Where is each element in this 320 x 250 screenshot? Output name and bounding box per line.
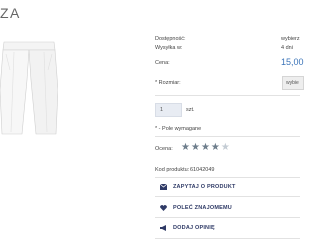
size-label: * Rozmiar: [155, 80, 181, 86]
envelope-icon [160, 184, 167, 190]
divider [155, 238, 300, 239]
size-select[interactable]: wybie [282, 76, 304, 90]
shipping-label: Wysyłka w: [155, 45, 183, 51]
product-title: ZA [0, 5, 21, 21]
add-review-button[interactable]: DODAJ OPINIĘ [155, 220, 300, 236]
recommend-to-friend-button[interactable]: POLEĆ ZNAJOMEMU [155, 200, 300, 216]
required-note: * - Pole wymagane [155, 126, 202, 132]
product-image[interactable] [0, 40, 58, 136]
heart-icon [160, 205, 167, 211]
rating-stars[interactable]: ★ ★ ★ ★ ★ [181, 143, 230, 153]
recommend-to-friend-label: POLEĆ ZNAJOMEMU [173, 205, 232, 211]
divider [155, 177, 300, 178]
product-code-value: 61042049 [190, 167, 215, 173]
star-icon[interactable]: ★ [181, 143, 190, 153]
quantity-unit: szt. [186, 107, 195, 113]
divider [155, 95, 300, 96]
star-icon[interactable]: ★ [201, 143, 210, 153]
divider [155, 217, 300, 218]
divider [155, 136, 300, 137]
availability-value: wybierz [281, 36, 300, 42]
ask-about-product-label: ZAPYTAJ O PRODUKT [173, 184, 236, 190]
price-label: Cena: [155, 60, 170, 66]
quantity-input[interactable]: 1 [155, 103, 182, 117]
star-icon[interactable]: ★ [191, 143, 200, 153]
rating-label: Ocena: [155, 146, 173, 152]
availability-label: Dostępność: [155, 36, 186, 42]
ask-about-product-button[interactable]: ZAPYTAJ O PRODUKT [155, 179, 300, 195]
price-value: 15,00 [281, 57, 304, 67]
product-code-label: Kod produktu: [155, 167, 190, 173]
divider [155, 196, 300, 197]
shipping-value: 4 dni [281, 45, 293, 51]
megaphone-icon [160, 225, 166, 231]
add-review-label: DODAJ OPINIĘ [173, 225, 215, 231]
star-half-icon[interactable]: ★ [221, 143, 230, 153]
star-icon[interactable]: ★ [211, 143, 220, 153]
